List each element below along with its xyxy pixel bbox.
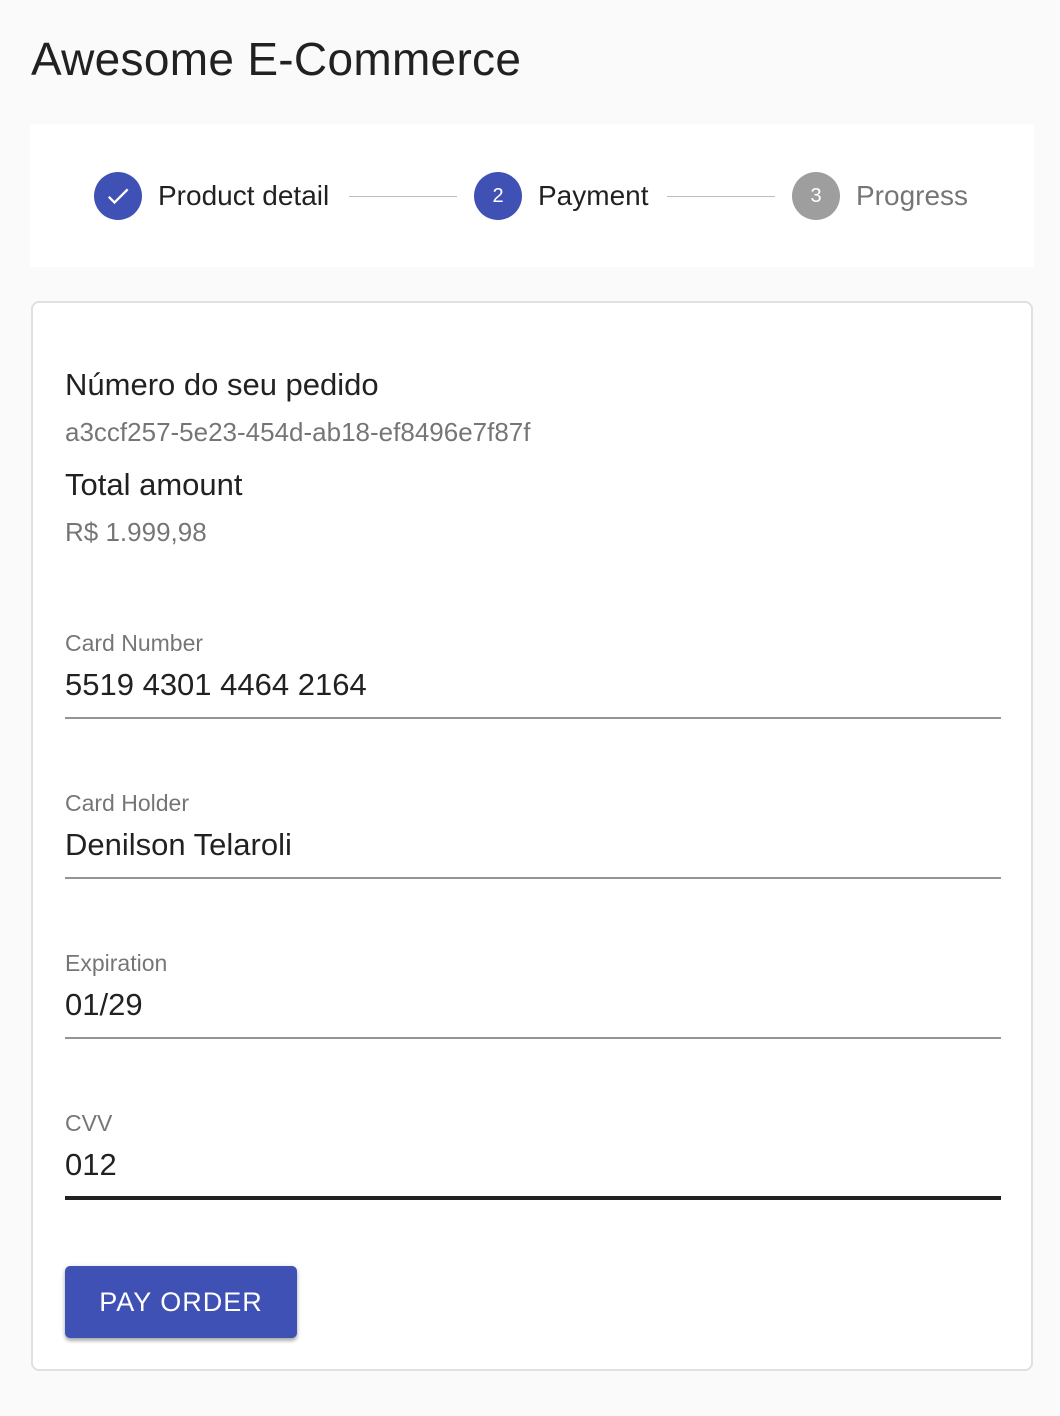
step-payment-icon[interactable]: 2 — [474, 172, 522, 220]
card-number-underline — [65, 717, 1001, 719]
step-connector — [349, 196, 457, 197]
card-number-field: Card Number — [65, 630, 1001, 750]
cvv-input[interactable] — [65, 1140, 1001, 1190]
step-payment-label[interactable]: Payment — [538, 179, 649, 213]
check-icon — [107, 188, 129, 205]
card-number-input[interactable] — [65, 660, 1001, 710]
cvv-field: CVV — [65, 1110, 1001, 1230]
step-progress-label[interactable]: Progress — [856, 179, 968, 213]
card-holder-field: Card Holder — [65, 790, 1001, 910]
expiration-underline — [65, 1037, 1001, 1039]
payment-card: Número do seu pedido a3ccf257-5e23-454d-… — [31, 301, 1033, 1371]
total-amount-value: R$ 1.999,98 — [65, 517, 207, 547]
step-connector — [667, 196, 775, 197]
card-number-label: Card Number — [65, 630, 204, 656]
total-amount-title: Total amount — [65, 467, 243, 502]
order-number-value: a3ccf257-5e23-454d-ab18-ef8496e7f87f — [65, 417, 531, 447]
cvv-underline — [65, 1196, 1001, 1200]
checkout-stepper: Product detail 2 Payment 3 Progress — [30, 124, 1034, 267]
app-title: Awesome E-Commerce — [31, 33, 522, 85]
step-progress-icon[interactable]: 3 — [792, 172, 840, 220]
expiration-field: Expiration — [65, 950, 1001, 1070]
card-holder-label: Card Holder — [65, 790, 189, 816]
card-holder-underline — [65, 877, 1001, 879]
card-holder-input[interactable] — [65, 820, 1001, 870]
expiration-label: Expiration — [65, 950, 168, 976]
step-product-detail-icon[interactable] — [94, 172, 142, 220]
order-number-title: Número do seu pedido — [65, 367, 379, 402]
expiration-input[interactable] — [65, 980, 1001, 1030]
cvv-label: CVV — [65, 1110, 113, 1136]
pay-order-button[interactable]: PAY ORDER — [65, 1266, 297, 1338]
step-product-detail-label[interactable]: Product detail — [158, 179, 329, 213]
